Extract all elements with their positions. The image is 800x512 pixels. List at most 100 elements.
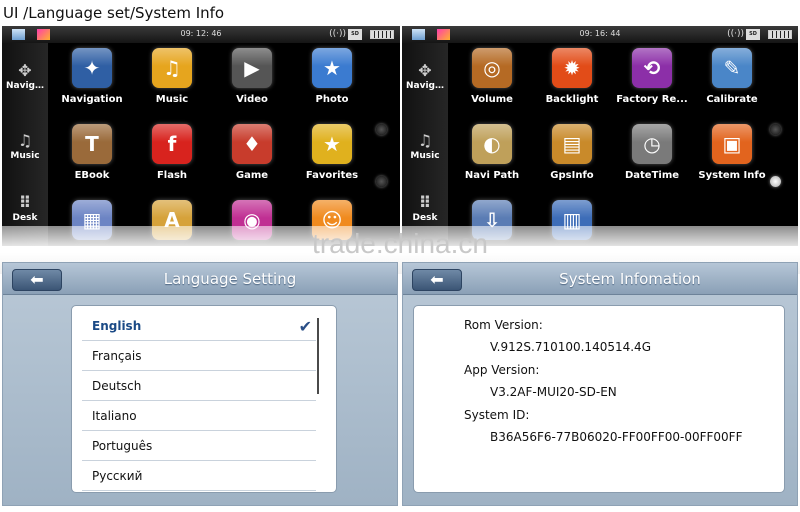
scrollbar[interactable] bbox=[317, 318, 319, 394]
app-label: Flash bbox=[156, 170, 188, 181]
language-setting-screen: ⬅ Language Setting English ✔ Français Deuts… bbox=[2, 262, 398, 506]
screen-title: Language Setting bbox=[163, 270, 297, 288]
speaker-icon: ◎ bbox=[472, 48, 512, 88]
language-label: Italiano bbox=[92, 409, 137, 423]
system-info-box: Rom Version: V.912S.710100.140514.4G App V… bbox=[413, 305, 785, 493]
sidebar-item-label: Navig… bbox=[406, 81, 444, 91]
language-item[interactable]: Italiano bbox=[82, 402, 316, 431]
app-label: Backlight bbox=[545, 94, 599, 105]
language-label: Русский bbox=[92, 469, 143, 483]
antenna-icon: ((·)) bbox=[329, 29, 346, 39]
page-caption: UI /Language set/System Info bbox=[3, 4, 225, 22]
app-video[interactable]: ▶ Video bbox=[212, 48, 292, 105]
system-information-screen: ⬅ System Infomation Rom Version: V.912S.7… bbox=[402, 262, 798, 506]
film-icon: ▶ bbox=[232, 48, 272, 88]
gps-info-icon: ▤ bbox=[552, 124, 592, 164]
language-item[interactable]: Português bbox=[82, 432, 316, 461]
app-factory-re[interactable]: ⟲ Factory Re... bbox=[612, 48, 692, 105]
app-game[interactable]: ♦ Game bbox=[212, 124, 292, 181]
app-label: EBook bbox=[74, 170, 110, 181]
language-label: Deutsch bbox=[92, 379, 142, 393]
system-info-icon: ▣ bbox=[712, 124, 752, 164]
language-item[interactable]: Deutsch bbox=[82, 372, 316, 401]
sidebar-item-music[interactable]: ♫ Music bbox=[402, 131, 448, 161]
app-backlight[interactable]: ✹ Backlight bbox=[532, 48, 612, 105]
screenshot-root: UI /Language set/System Info 09: 12: 46 … bbox=[0, 0, 800, 512]
screen-header: ⬅ Language Setting bbox=[3, 263, 397, 295]
compass-icon: ✦ bbox=[72, 48, 112, 88]
sidebar-item-navigation[interactable]: ✥ Navig… bbox=[402, 61, 448, 91]
star-icon: ★ bbox=[312, 124, 352, 164]
info-value: V.912S.710100.140514.4G bbox=[490, 340, 651, 354]
app-navi-path[interactable]: ◐ Navi Path bbox=[452, 124, 532, 181]
sidebar-item-label: Music bbox=[410, 151, 440, 161]
app-label: Music bbox=[155, 94, 189, 105]
page-indicator-dot[interactable] bbox=[770, 124, 781, 135]
screen-header: ⬅ System Infomation bbox=[403, 263, 797, 295]
back-arrow-icon: ⬅ bbox=[430, 270, 444, 289]
calibrate-icon: ✎ bbox=[712, 48, 752, 88]
language-list: English ✔ Français Deutsch Italiano Português… bbox=[71, 305, 337, 493]
music-icon: ♫ bbox=[152, 48, 192, 88]
sd-card-icon: SD bbox=[746, 29, 760, 40]
sidebar-item-label: Desk bbox=[412, 213, 438, 223]
app-label: Video bbox=[236, 94, 268, 105]
back-button[interactable]: ⬅ bbox=[12, 269, 62, 291]
compass-icon: ✥ bbox=[18, 61, 32, 80]
language-item[interactable]: English ✔ bbox=[82, 312, 316, 341]
app-label: Volume bbox=[471, 94, 513, 105]
path-icon: ◐ bbox=[472, 124, 512, 164]
launcher-panel-left: 09: 12: 46 ((·)) SD ✥ Navig… ♫ Music ⠿ D… bbox=[2, 26, 400, 246]
app-navigation[interactable]: ✦ Navigation bbox=[52, 48, 132, 105]
app-label: Game bbox=[235, 170, 269, 181]
app-volume[interactable]: ◎ Volume bbox=[452, 48, 532, 105]
app-datetime[interactable]: ◷ DateTime bbox=[612, 124, 692, 181]
app-music[interactable]: ♫ Music bbox=[132, 48, 212, 105]
status-bar: 09: 12: 46 ((·)) SD bbox=[2, 26, 400, 43]
info-label: System ID: bbox=[464, 408, 530, 422]
language-item[interactable]: Français bbox=[82, 342, 316, 371]
language-label: Português bbox=[92, 439, 153, 453]
sidebar-item-music[interactable]: ♫ Music bbox=[2, 131, 48, 161]
page-indicator-dot[interactable] bbox=[376, 176, 387, 187]
app-label: GpsInfo bbox=[550, 170, 594, 181]
compass-icon: ✥ bbox=[418, 61, 432, 80]
app-label: DateTime bbox=[624, 170, 680, 181]
language-label: Français bbox=[92, 349, 142, 363]
battery-icon bbox=[370, 30, 394, 39]
music-note-icon: ♫ bbox=[17, 131, 33, 150]
app-flash[interactable]: f Flash bbox=[132, 124, 212, 181]
back-button[interactable]: ⬅ bbox=[412, 269, 462, 291]
app-gpsinfo[interactable]: ▤ GpsInfo bbox=[532, 124, 612, 181]
sidebar-item-label: Music bbox=[10, 151, 40, 161]
page-indicator-dot-active[interactable] bbox=[770, 176, 781, 187]
screen-title: System Infomation bbox=[559, 270, 701, 288]
app-system-info[interactable]: ▣ System Info bbox=[692, 124, 772, 181]
language-item[interactable]: Русский bbox=[82, 462, 316, 491]
app-favorites[interactable]: ★ Favorites bbox=[292, 124, 372, 181]
app-label: Photo bbox=[315, 94, 349, 105]
battery-icon bbox=[768, 30, 792, 39]
sd-card-icon: SD bbox=[348, 29, 362, 40]
back-arrow-icon: ⬅ bbox=[30, 270, 44, 289]
game-icon: ♦ bbox=[232, 124, 272, 164]
sidebar-item-navigation[interactable]: ✥ Navig… bbox=[2, 61, 48, 91]
book-icon: T bbox=[72, 124, 112, 164]
app-calibrate[interactable]: ✎ Calibrate bbox=[692, 48, 772, 105]
sidebar-item-desk[interactable]: ⠿ Desk bbox=[402, 193, 448, 223]
antenna-icon: ((·)) bbox=[727, 29, 744, 39]
watermark: trade.china.cn bbox=[312, 228, 488, 259]
info-value: B36A56F6-77B06020-FF00FF00-00FF00FF bbox=[490, 430, 743, 444]
page-indicator-dot[interactable] bbox=[376, 124, 387, 135]
app-ebook[interactable]: T EBook bbox=[52, 124, 132, 181]
checkmark-icon: ✔ bbox=[298, 317, 312, 336]
info-label: Rom Version: bbox=[464, 318, 543, 332]
music-note-icon: ♫ bbox=[417, 131, 433, 150]
grid-icon: ⠿ bbox=[18, 193, 32, 212]
app-label: System Info bbox=[698, 170, 766, 181]
sidebar-item-desk[interactable]: ⠿ Desk bbox=[2, 193, 48, 223]
app-label: Factory Re... bbox=[616, 94, 688, 105]
refresh-icon: ⟲ bbox=[632, 48, 672, 88]
info-label: App Version: bbox=[464, 363, 540, 377]
app-photo[interactable]: ★ Photo bbox=[292, 48, 372, 105]
